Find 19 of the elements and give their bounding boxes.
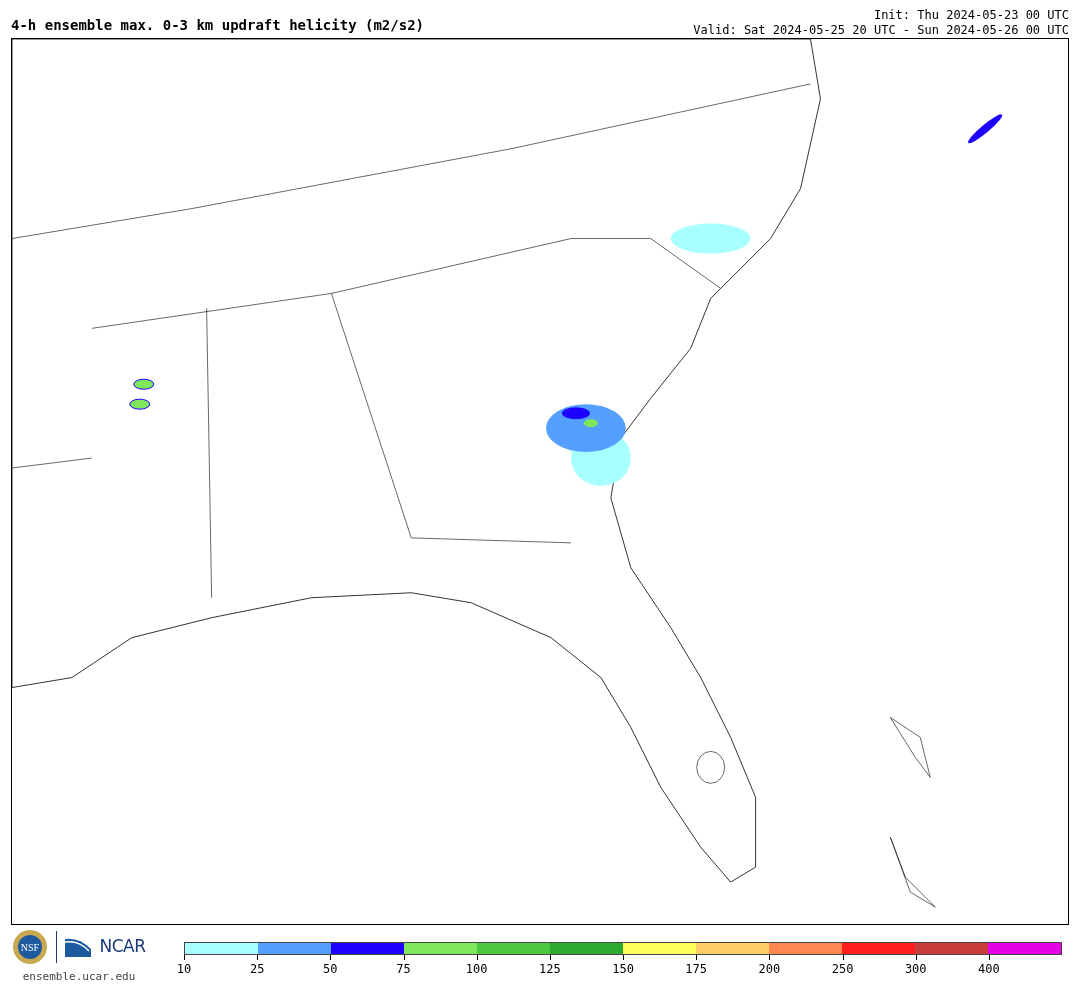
ncar-swoosh-icon — [65, 937, 92, 957]
tick-label: 100 — [465, 963, 488, 975]
tick-label: 175 — [685, 963, 708, 975]
init-time: Init: Thu 2024-05-23 00 UTC — [873, 8, 1069, 23]
chart-title: 4-h ensemble max. 0-3 km updraft helicity (m2/s2) — [11, 18, 424, 32]
tick-label: 200 — [758, 963, 781, 975]
tick-label: 125 — [539, 963, 561, 975]
tick-label: 250 — [831, 963, 854, 975]
valid-time: Valid: Sat 2024-05-25 20 UTC - Sun 2024-05-26 00 UTC — [693, 23, 1069, 38]
tick-label: 300 — [904, 963, 927, 975]
tick-label: 150 — [612, 963, 634, 975]
ncar-logo-text: NCAR — [99, 935, 146, 959]
nsf-logo: NSF — [12, 929, 49, 965]
site-url: ensemble.ucar.edu — [22, 969, 136, 985]
tick-label: 25 — [249, 963, 265, 975]
tick-label: 400 — [978, 963, 1000, 975]
tick-label: 50 — [323, 963, 338, 975]
tick-label: 75 — [396, 963, 411, 975]
tick-label: 10 — [176, 963, 192, 975]
